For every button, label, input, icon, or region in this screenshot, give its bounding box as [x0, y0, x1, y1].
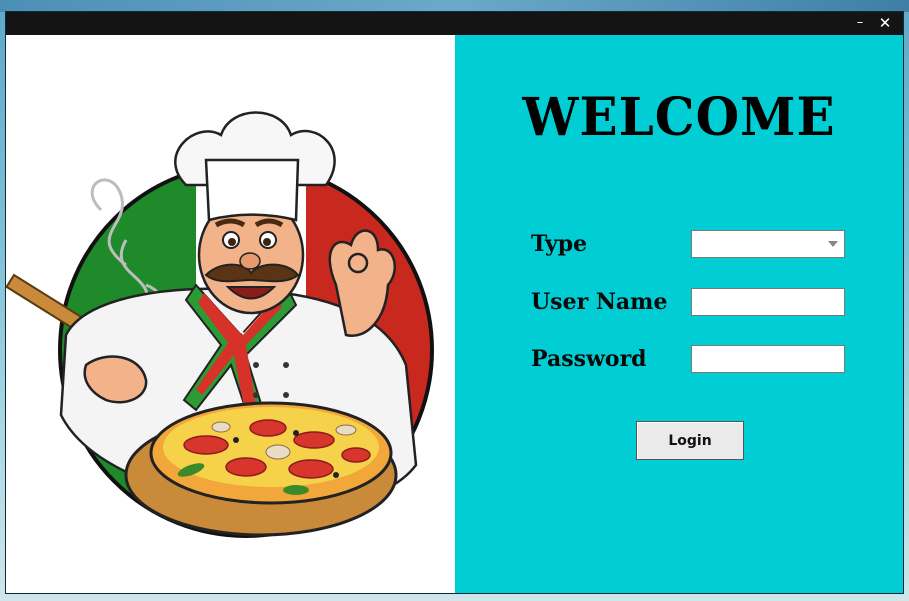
- title-bar[interactable]: – ✕: [6, 12, 903, 35]
- close-button[interactable]: ✕: [874, 14, 896, 32]
- username-field-box: [691, 288, 845, 316]
- brand-pane: [6, 35, 455, 593]
- password-label: Password: [531, 346, 647, 372]
- welcome-heading: WELCOME: [522, 85, 836, 148]
- pizza-chef-illustration: [6, 111, 434, 538]
- minimize-button[interactable]: –: [849, 14, 871, 32]
- type-dropdown[interactable]: [691, 230, 845, 258]
- password-input[interactable]: [692, 346, 844, 372]
- login-form-pane: WELCOME Type User Name Password Login: [455, 35, 903, 593]
- type-label: Type: [531, 231, 588, 257]
- desktop-background: [0, 0, 909, 12]
- login-window: – ✕ WELCOME Type User Name Password Logi…: [6, 12, 903, 593]
- username-input[interactable]: [692, 289, 844, 315]
- username-label: User Name: [531, 289, 668, 315]
- password-field-box: [691, 345, 845, 373]
- chevron-down-icon[interactable]: [828, 241, 838, 247]
- login-button[interactable]: Login: [636, 421, 744, 460]
